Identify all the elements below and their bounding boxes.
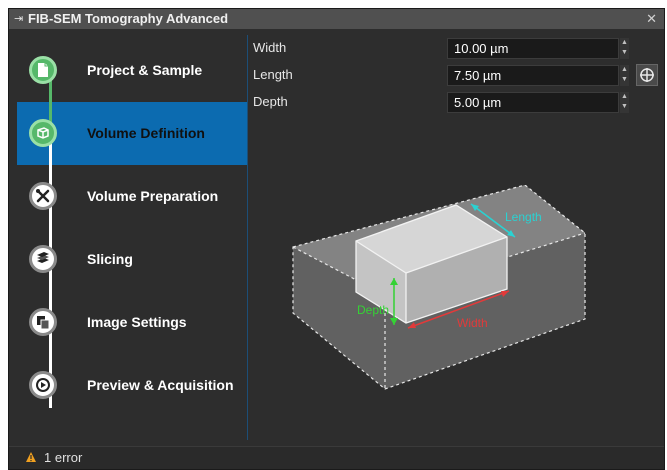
status-bar: 1 error — [9, 446, 664, 469]
slices-icon — [29, 245, 57, 273]
width-spinner[interactable]: ▲ ▼ — [620, 38, 629, 59]
step-label: Project & Sample — [87, 62, 203, 78]
cube-icon — [29, 119, 57, 147]
width-row: Width 10.00 µm ▲ ▼ — [253, 37, 663, 59]
step-label: Volume Preparation — [87, 188, 219, 204]
title-bar: ⇥ FIB-SEM Tomography Advanced ✕ — [9, 9, 664, 29]
width-label-text: Width — [457, 316, 488, 330]
images-icon — [29, 308, 57, 336]
depth-label: Depth — [253, 94, 288, 109]
step-label: Preview & Acquisition — [87, 377, 234, 393]
length-label: Length — [253, 67, 293, 82]
error-count[interactable]: 1 error — [44, 447, 82, 469]
play-icon — [29, 371, 57, 399]
fib-sem-dialog: ⇥ FIB-SEM Tomography Advanced ✕ Project … — [8, 8, 665, 470]
depth-row: Depth 5.00 µm ▲ ▼ — [253, 91, 663, 113]
step-label: Slicing — [87, 251, 133, 267]
document-icon — [29, 56, 57, 84]
length-label-text: Length — [505, 210, 542, 224]
crosshair-icon — [640, 68, 654, 82]
workflow-steps: Project & Sample Volume Definition Volum… — [17, 29, 248, 439]
volume-diagram: Length Width Depth — [292, 185, 586, 390]
pin-icon[interactable]: ⇥ — [14, 9, 23, 29]
target-button[interactable] — [636, 64, 658, 86]
length-row: Length 7.50 µm ▲ ▼ — [253, 64, 663, 86]
warning-icon — [26, 452, 36, 462]
step-label: Volume Definition — [87, 125, 205, 141]
step-label: Image Settings — [87, 314, 187, 330]
depth-field[interactable]: 5.00 µm — [447, 92, 619, 113]
close-icon[interactable]: ✕ — [646, 9, 657, 29]
tools-icon — [29, 182, 57, 210]
depth-spinner[interactable]: ▲ ▼ — [620, 92, 629, 113]
length-field[interactable]: 7.50 µm — [447, 65, 619, 86]
depth-label-text: Depth — [357, 303, 389, 317]
length-spinner[interactable]: ▲ ▼ — [620, 65, 629, 86]
width-field[interactable]: 10.00 µm — [447, 38, 619, 59]
width-label: Width — [253, 40, 287, 55]
panel-divider — [247, 35, 248, 440]
window-title: FIB-SEM Tomography Advanced — [28, 11, 229, 26]
